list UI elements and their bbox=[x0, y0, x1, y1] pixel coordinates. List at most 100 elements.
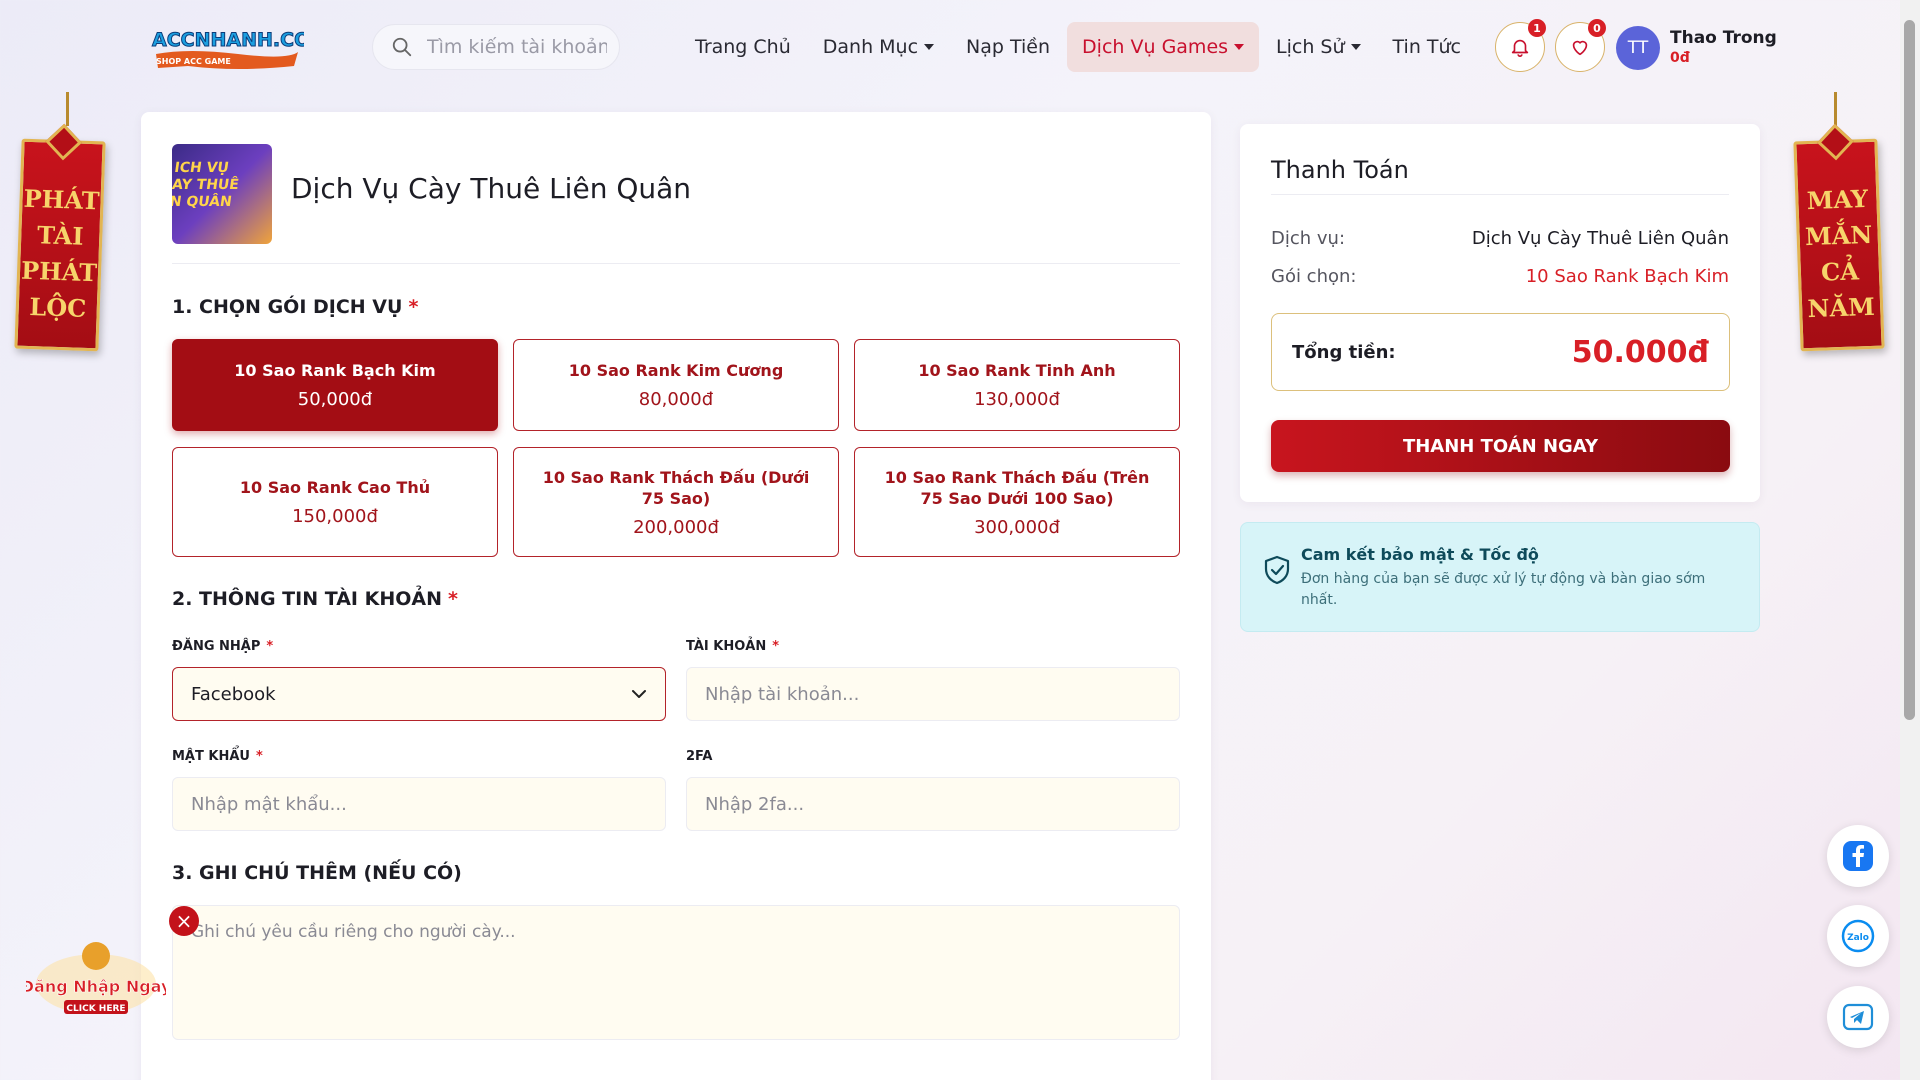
total-label: Tổng tiền: bbox=[1292, 341, 1396, 363]
field-label-text: TÀI KHOẢN bbox=[686, 639, 767, 654]
wishlist-button[interactable]: 0 bbox=[1555, 19, 1606, 72]
close-icon[interactable]: × bbox=[169, 906, 199, 936]
required-mark: * bbox=[255, 749, 263, 764]
nav-label: Dịch Vụ Games bbox=[1082, 36, 1229, 58]
caret-down-icon bbox=[1350, 44, 1361, 50]
package-option-thach-dau-100[interactable]: 10 Sao Rank Thách Đấu (Trên 75 Sao Dưới … bbox=[854, 447, 1180, 557]
zalo-label: Zalo bbox=[1847, 933, 1869, 943]
nav-label: Tin Tức bbox=[1392, 36, 1462, 58]
banner-line: NĂM bbox=[1807, 291, 1876, 324]
scrollbar-thumb[interactable] bbox=[1904, 20, 1915, 720]
diamond-knot-icon bbox=[1817, 123, 1854, 161]
logo-sub: SHOP ACC GAME bbox=[156, 57, 231, 66]
notification-button[interactable]: 1 bbox=[1495, 19, 1546, 72]
section-title-note: 3. GHI CHÚ THÊM (NẾU CÓ) bbox=[172, 862, 462, 884]
nav-label: Trang Chủ bbox=[695, 36, 791, 58]
section-title-account: 2. THÔNG TIN TÀI KHOẢN * bbox=[172, 588, 458, 610]
total-value: 50.000đ bbox=[1571, 334, 1709, 370]
thumbnail-line: ICH VỤ bbox=[173, 160, 230, 176]
package-name: 10 Sao Rank Tinh Anh bbox=[918, 361, 1116, 380]
package-price: 200,000đ bbox=[633, 516, 719, 538]
logo-text: ACCNHANH.COM bbox=[152, 29, 304, 51]
nav-news[interactable]: Tin Tức bbox=[1378, 22, 1476, 72]
nav-label: Lịch Sử bbox=[1276, 36, 1345, 58]
banner-line: LỘC bbox=[28, 291, 87, 323]
telegram-contact-button[interactable] bbox=[1827, 986, 1889, 1048]
banner-string bbox=[66, 92, 69, 126]
banner-string bbox=[1834, 92, 1837, 126]
login-now-promo[interactable]: Đăng Nhập Ngay CLICK HERE bbox=[26, 934, 166, 1024]
bell-icon bbox=[1511, 39, 1529, 57]
note-textarea[interactable] bbox=[172, 905, 1180, 1040]
nav-categories[interactable]: Danh Mục bbox=[808, 22, 949, 72]
select-value: Facebook bbox=[191, 683, 276, 705]
zalo-icon: Zalo bbox=[1841, 919, 1875, 953]
security-text: Đơn hàng của bạn sẽ được xử lý tự động v… bbox=[1301, 571, 1706, 608]
main-nav: Trang Chủ Danh Mục Nạp Tiền Dịch Vụ Game… bbox=[680, 22, 1478, 72]
thumbnail-line: AY THUÊ bbox=[172, 177, 240, 193]
package-value: 10 Sao Rank Bạch Kim bbox=[1525, 266, 1729, 287]
password-input[interactable] bbox=[172, 777, 666, 831]
package-name: 10 Sao Rank Kim Cương bbox=[568, 361, 784, 380]
section-label: 1. CHỌN GÓI DỊCH VỤ bbox=[172, 296, 403, 318]
package-name: 10 Sao Rank Thách Đấu (Dưới 75 Sao) bbox=[542, 467, 810, 508]
account-input[interactable] bbox=[686, 667, 1180, 721]
banner-line: PHÁT bbox=[20, 255, 98, 288]
section-title-package: 1. CHỌN GÓI DỊCH VỤ * bbox=[172, 296, 418, 318]
banner-line: TÀI bbox=[36, 220, 85, 251]
package-option-thach-dau-75[interactable]: 10 Sao Rank Thách Đấu (Dưới 75 Sao) 200,… bbox=[513, 447, 839, 557]
package-name: 10 Sao Rank Cao Thủ bbox=[239, 478, 431, 497]
service-thumbnail: ICH VỤ AY THUÊ N QUÂN bbox=[172, 144, 272, 244]
search-box[interactable] bbox=[372, 24, 620, 70]
nav-home[interactable]: Trang Chủ bbox=[680, 22, 806, 72]
caret-down-icon bbox=[1234, 44, 1245, 50]
package-option-bach-kim[interactable]: 10 Sao Rank Bạch Kim 50,000đ bbox=[172, 339, 498, 431]
right-lucky-banner: MAY MẮN CẢ NĂM bbox=[1793, 123, 1885, 352]
package-label: Gói chọn: bbox=[1271, 266, 1357, 287]
account-label: TÀI KHOẢN * bbox=[686, 639, 779, 654]
package-option-kim-cuong[interactable]: 10 Sao Rank Kim Cương 80,000đ bbox=[513, 339, 839, 431]
field-label-text: MẬT KHẨU bbox=[172, 749, 250, 764]
facebook-contact-button[interactable] bbox=[1827, 825, 1889, 887]
nav-history[interactable]: Lịch Sử bbox=[1261, 22, 1376, 72]
checkout-card: Thanh Toán Dịch vụ: Dịch Vụ Cày Thuê Liê… bbox=[1240, 124, 1760, 502]
twofa-input[interactable] bbox=[686, 777, 1180, 831]
shield-check-icon bbox=[1264, 555, 1290, 585]
password-label: MẬT KHẨU * bbox=[172, 749, 263, 764]
header: ACCNHANH.COM SHOP ACC GAME Trang Chủ Dan… bbox=[0, 0, 1900, 92]
search-input[interactable] bbox=[427, 36, 607, 58]
required-mark: * bbox=[772, 639, 780, 654]
login-label: ĐĂNG NHẬP * bbox=[172, 639, 273, 654]
notification-count: 1 bbox=[1528, 19, 1546, 37]
service-card: ICH VỤ AY THUÊ N QUÂN Dịch Vụ Cày Thuê L… bbox=[141, 112, 1211, 1080]
login-method-select[interactable]: Facebook bbox=[172, 667, 666, 721]
nav-topup[interactable]: Nạp Tiền bbox=[951, 22, 1065, 72]
package-price: 150,000đ bbox=[292, 506, 378, 527]
wishlist-count: 0 bbox=[1588, 19, 1606, 37]
security-notice: Cam kết bảo mật & Tốc độ Đơn hàng của bạ… bbox=[1240, 522, 1760, 632]
package-option-cao-thu[interactable]: 10 Sao Rank Cao Thủ 150,000đ bbox=[172, 447, 498, 557]
page-title: Dịch Vụ Cày Thuê Liên Quân bbox=[291, 172, 692, 205]
thumbnail-line: N QUÂN bbox=[172, 194, 233, 210]
service-value: Dịch Vụ Cày Thuê Liên Quân bbox=[1471, 228, 1729, 249]
telegram-icon bbox=[1842, 1003, 1874, 1031]
twofa-label: 2FA bbox=[686, 749, 713, 764]
pay-now-button[interactable]: THANH TOÁN NGAY bbox=[1271, 420, 1730, 472]
field-label-text: ĐĂNG NHẬP bbox=[172, 639, 261, 654]
left-lucky-banner: PHÁT TÀI PHÁT LỘC bbox=[14, 123, 106, 352]
banner-line: MẮN bbox=[1804, 219, 1873, 252]
chevron-down-icon bbox=[632, 690, 646, 698]
zalo-contact-button[interactable]: Zalo bbox=[1827, 905, 1889, 967]
caret-down-icon bbox=[924, 44, 935, 50]
thumbnail-text: ICH VỤ AY THUÊ N QUÂN bbox=[172, 160, 242, 211]
service-label: Dịch vụ: bbox=[1271, 228, 1346, 249]
nav-game-services[interactable]: Dịch Vụ Games bbox=[1067, 22, 1260, 72]
user-name[interactable]: Thao Trong bbox=[1670, 28, 1777, 48]
total-box: Tổng tiền: 50.000đ bbox=[1271, 313, 1730, 391]
promo-subtitle: CLICK HERE bbox=[66, 1004, 125, 1014]
package-option-tinh-anh[interactable]: 10 Sao Rank Tinh Anh 130,000đ bbox=[854, 339, 1180, 431]
package-price: 130,000đ bbox=[974, 389, 1060, 410]
site-logo[interactable]: ACCNHANH.COM SHOP ACC GAME bbox=[148, 24, 304, 72]
avatar[interactable]: TT bbox=[1616, 26, 1660, 70]
nav-label: Danh Mục bbox=[822, 36, 919, 58]
